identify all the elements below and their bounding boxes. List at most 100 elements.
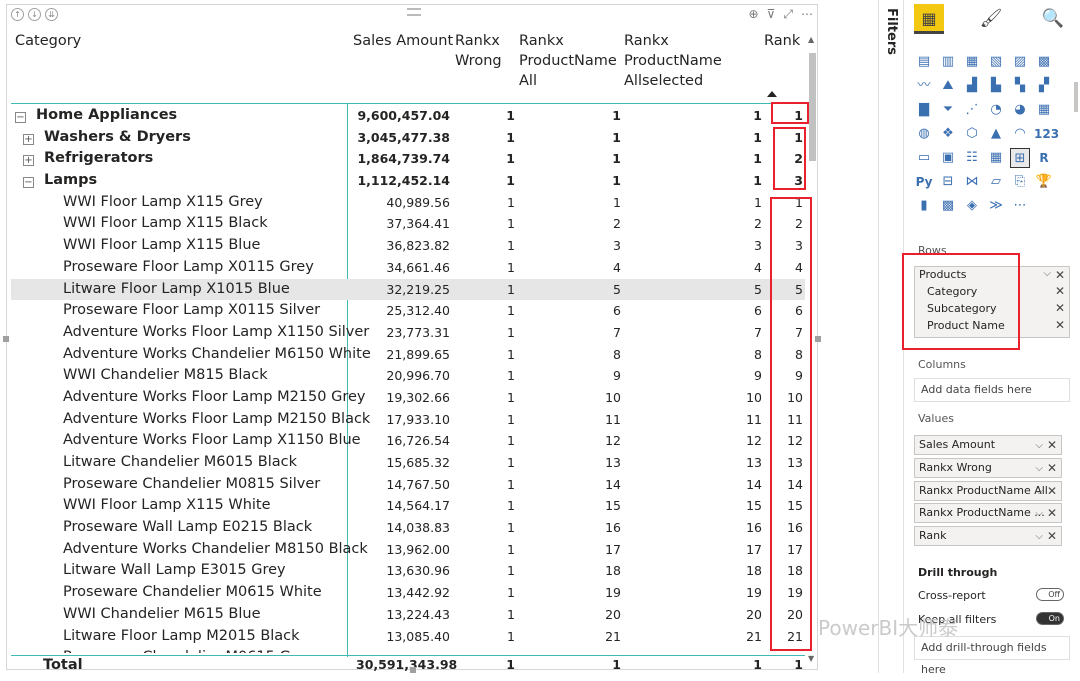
col-header-rankx-wrong[interactable]: Rankx Wrong: [455, 31, 502, 71]
format-paint-icon[interactable]: 🖌: [976, 4, 1006, 34]
matrix-visual[interactable]: ↑ ↓ ⇊ ⊕ ⊽ ⤢ ⋯ Category Sales Amount Rank…: [6, 4, 818, 673]
close-icon[interactable]: ✕: [1047, 527, 1057, 545]
close-icon[interactable]: ✕: [1055, 300, 1065, 317]
chevron-down-icon[interactable]: ⌵: [1035, 460, 1043, 477]
drill-mode-icon[interactable]: ⊕: [749, 7, 759, 22]
row-header-cell[interactable]: Proseware Floor Lamp X0115 Grey: [63, 257, 399, 279]
col-header-category[interactable]: Category: [15, 31, 81, 51]
drill-up-icon[interactable]: ↑: [11, 8, 24, 21]
row-header-cell[interactable]: + Refrigerators: [23, 148, 359, 170]
row-header-cell[interactable]: Proseware Chandelier M0815 Silver: [63, 474, 399, 496]
visual-type-icon[interactable]: ▦: [986, 148, 1006, 168]
table-row[interactable]: Proseware Wall Lamp E0215 Black 14,038.83…: [11, 517, 805, 539]
row-header-cell[interactable]: + Washers & Dryers: [23, 127, 359, 149]
visual-type-icon[interactable]: ◠: [1010, 124, 1030, 144]
table-row[interactable]: Proseware Floor Lamp X0115 Silver 25,312.…: [11, 300, 805, 322]
visual-type-icon[interactable]: ▦: [962, 52, 982, 72]
table-row[interactable]: Adventure Works Chandelier M6150 White 21…: [11, 344, 805, 366]
row-header-cell[interactable]: WWI Floor Lamp X115 Black: [63, 213, 399, 235]
row-header-cell[interactable]: WWI Chandelier M815 Black: [63, 365, 399, 387]
values-field-sales-amount[interactable]: Sales Amount ⌵ ✕: [914, 435, 1062, 455]
table-row[interactable]: WWI Floor Lamp X115 Grey 40,989.56 1 1 1 1: [11, 192, 805, 214]
table-row[interactable]: Proseware Chandelier M0815 Silver 14,767.…: [11, 474, 805, 496]
table-row[interactable]: Litware Floor Lamp X1015 Blue 32,219.25 1 5…: [11, 278, 805, 301]
table-row[interactable]: Adventure Works Floor Lamp M2150 Grey 19,…: [11, 387, 805, 409]
row-header-cell[interactable]: Litware Wall Lamp E3015 Grey: [63, 560, 399, 582]
table-row[interactable]: WWI Floor Lamp X115 Blue 36,823.82 1 3 3 3: [11, 235, 805, 257]
table-row[interactable]: WWI Floor Lamp X115 White 14,564.17 1 15 15 1…: [11, 495, 805, 517]
visual-type-icon[interactable]: ▣: [938, 148, 958, 168]
row-header-cell[interactable]: Adventure Works Floor Lamp X1150 Blue: [63, 430, 399, 452]
close-icon[interactable]: ✕: [1047, 482, 1057, 500]
values-field-rankx-all[interactable]: Rankx ProductName All ⌵ ✕: [914, 481, 1062, 501]
values-field-rankx-allselected[interactable]: Rankx ProductName ... ⌵ ✕: [914, 503, 1062, 523]
table-row[interactable]: Adventure Works Floor Lamp X1150 Blue 16,…: [11, 430, 805, 452]
chevron-down-icon[interactable]: ⌵: [1035, 505, 1043, 522]
row-header-cell[interactable]: Proseware Floor Lamp X0115 Silver: [63, 300, 399, 322]
visual-type-icon[interactable]: ▇: [914, 100, 934, 120]
close-icon[interactable]: ✕: [1055, 267, 1065, 283]
row-header-cell[interactable]: − Lamps: [23, 170, 359, 192]
close-icon[interactable]: ✕: [1047, 436, 1057, 454]
resize-handle[interactable]: [410, 667, 416, 673]
table-row[interactable]: Adventure Works Floor Lamp M2150 Black 17…: [11, 409, 805, 431]
row-header-cell[interactable]: Adventure Works Chandelier M8150 Black: [63, 539, 399, 561]
col-header-rankx-allselected[interactable]: Rankx ProductName Allselected: [624, 31, 722, 91]
visual-type-icon[interactable]: ⊟: [938, 172, 958, 192]
visual-type-icon[interactable]: R: [1034, 148, 1054, 168]
table-row[interactable]: − Lamps 1,112,452.14 1 1 1 3: [11, 170, 805, 192]
table-row[interactable]: Proseware Floor Lamp X0115 Grey 34,661.46…: [11, 257, 805, 279]
table-row[interactable]: + Refrigerators 1,864,739.74 1 1 1 2: [11, 148, 805, 170]
table-row[interactable]: Adventure Works Floor Lamp X1150 Silver 2…: [11, 322, 805, 344]
resize-handle[interactable]: [815, 336, 821, 342]
visual-type-icon[interactable]: ▮: [914, 196, 934, 216]
scroll-down-icon[interactable]: ▼: [808, 654, 814, 663]
pane-scrollbar[interactable]: [1074, 82, 1078, 112]
visual-type-icon[interactable]: Py: [914, 172, 934, 192]
more-options-icon[interactable]: ⋯: [801, 7, 813, 22]
row-header-cell[interactable]: Adventure Works Floor Lamp M2150 Black: [63, 409, 399, 431]
values-field-rankx-wrong[interactable]: Rankx Wrong ⌵ ✕: [914, 458, 1062, 478]
columns-drop-zone[interactable]: Add data fields here: [914, 378, 1070, 402]
table-row[interactable]: + Washers & Dryers 3,045,477.38 1 1 1 1: [11, 127, 805, 149]
visual-type-icon[interactable]: ◍: [914, 124, 934, 144]
row-header-cell[interactable]: Proseware Chandelier M0615 Grey: [63, 647, 399, 653]
values-field-rank[interactable]: Rank ⌵ ✕: [914, 526, 1062, 546]
visual-type-icon[interactable]: ☷: [962, 148, 982, 168]
close-icon[interactable]: ✕: [1055, 283, 1065, 300]
visual-type-icon[interactable]: ▩: [938, 196, 958, 216]
visual-type-icon[interactable]: ▤: [914, 52, 934, 72]
close-icon[interactable]: ✕: [1047, 459, 1057, 477]
chevron-down-icon[interactable]: ⌵: [1035, 437, 1043, 454]
visual-type-icon[interactable]: ⬡: [962, 124, 982, 144]
table-row[interactable]: Proseware Chandelier M0615 White 13,442.9…: [11, 582, 805, 604]
col-header-rank[interactable]: Rank: [764, 31, 800, 51]
scroll-thumb[interactable]: [809, 53, 816, 161]
visual-type-icon[interactable]: ▩: [1034, 52, 1054, 72]
visual-type-icon[interactable]: ▦: [1034, 100, 1054, 120]
close-icon[interactable]: ✕: [1047, 504, 1057, 522]
table-row[interactable]: − Home Appliances 9,600,457.04 1 1 1 1: [11, 105, 805, 127]
rows-group-products[interactable]: Products ⌵ ✕: [915, 267, 1069, 283]
visual-type-icon[interactable]: 123: [1034, 124, 1059, 144]
visual-type-icon[interactable]: ▥: [938, 52, 958, 72]
table-row[interactable]: Litware Chandelier M6015 Black 15,685.32 1…: [11, 452, 805, 474]
row-header-cell[interactable]: WWI Chandelier M615 Blue: [63, 604, 399, 626]
analytics-icon[interactable]: 🔍: [1038, 4, 1068, 34]
table-row[interactable]: Proseware Chandelier M0615 Grey 12,810.44…: [11, 647, 805, 653]
collapse-icon[interactable]: −: [15, 112, 26, 123]
row-header-cell[interactable]: Adventure Works Floor Lamp M2150 Grey: [63, 387, 399, 409]
resize-handle[interactable]: [3, 336, 9, 342]
scroll-up-icon[interactable]: ▲: [808, 35, 814, 44]
visual-type-icon[interactable]: ▚: [1010, 76, 1030, 96]
fields-tab-table-chart-icon[interactable]: ▦: [914, 4, 944, 34]
vertical-scrollbar[interactable]: ▲ ▼: [807, 35, 817, 663]
row-header-cell[interactable]: Litware Floor Lamp X1015 Blue: [63, 279, 399, 301]
visual-type-icon[interactable]: ⛰: [938, 76, 958, 96]
visual-type-icon[interactable]: ≫: [986, 196, 1006, 216]
row-header-cell[interactable]: Proseware Wall Lamp E0215 Black: [63, 517, 399, 539]
table-row[interactable]: WWI Floor Lamp X115 Black 37,364.41 1 2 2 2: [11, 213, 805, 235]
visual-type-icon[interactable]: ▙: [986, 76, 1006, 96]
visual-type-icon[interactable]: ⎘: [1010, 172, 1030, 192]
drag-handle-icon[interactable]: [407, 8, 421, 16]
